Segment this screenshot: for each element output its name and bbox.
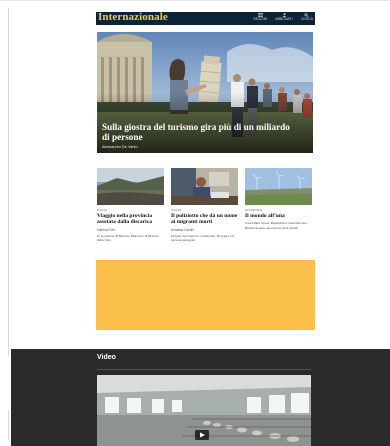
video-thumbnail[interactable]	[97, 375, 311, 446]
article-desc: Cancellieri Sposi, Repubblica Centrafric…	[245, 221, 308, 230]
page: Internazionale SEZIONI ABBONATI CERCA Su…	[0, 0, 390, 446]
article-kicker: ITALIA	[171, 208, 182, 212]
search-label: CERCA	[300, 17, 313, 21]
hero-author[interactable]: Alessandro De Vanto	[102, 145, 292, 149]
divider	[96, 334, 315, 335]
divider	[97, 369, 311, 370]
site-header: Internazionale SEZIONI ABBONATI CERCA	[96, 11, 315, 25]
article-desc: Donato Zuccheri ha cominciato. Bologna e…	[171, 233, 235, 242]
article-thumbnail[interactable]	[245, 168, 312, 205]
left-scroll-track	[8, 8, 9, 356]
article-author[interactable]: Annalisa Camilli	[171, 228, 238, 232]
article-card[interactable]: ITALIA Viaggio nella provincia assetata …	[97, 168, 164, 242]
article-desc: In provincia di Brescia. Mercurio di Bre…	[97, 233, 159, 242]
article-kicker: ITALIA	[97, 208, 108, 212]
article-thumbnail[interactable]	[171, 168, 238, 205]
advertisement-banner[interactable]	[96, 260, 315, 330]
hero-caption: Sulla giostra del turismo gira più di un…	[102, 122, 292, 149]
article-card[interactable]: ECONOMIA Il mondo all’una Cancellieri Sp…	[245, 168, 312, 230]
article-title[interactable]: Il mondo all’una	[245, 213, 312, 219]
article-title[interactable]: Viaggio nella provincia assetata dalla d…	[97, 213, 164, 226]
article-thumbnail[interactable]	[97, 168, 164, 205]
windfarm-photo	[245, 168, 312, 205]
video-section-title[interactable]: Video	[97, 354, 116, 361]
barn-photo	[97, 375, 311, 446]
account-label: ABBONATI	[275, 17, 293, 21]
landscape-photo	[97, 168, 164, 205]
sections-label: SEZIONI	[253, 17, 268, 21]
search-button[interactable]: CERCA	[301, 13, 313, 21]
office-photo	[171, 168, 238, 205]
hero-title[interactable]: Sulla giostra del turismo gira più di un…	[102, 122, 292, 142]
top-border	[0, 0, 390, 1]
article-title[interactable]: Il poliziotto che dà un nome ai migranti…	[171, 213, 238, 226]
site-logo[interactable]: Internazionale	[98, 11, 168, 23]
header-icons: SEZIONI ABBONATI CERCA	[253, 13, 313, 21]
article-author[interactable]: Martina Forti	[97, 228, 164, 232]
account-button[interactable]: ABBONATI	[275, 13, 293, 21]
article-card[interactable]: ITALIA Il poliziotto che dà un nome ai m…	[171, 168, 238, 242]
sections-button[interactable]: SEZIONI	[253, 13, 267, 21]
left-scroll-track-lower	[8, 410, 9, 440]
article-kicker: ECONOMIA	[245, 208, 263, 212]
